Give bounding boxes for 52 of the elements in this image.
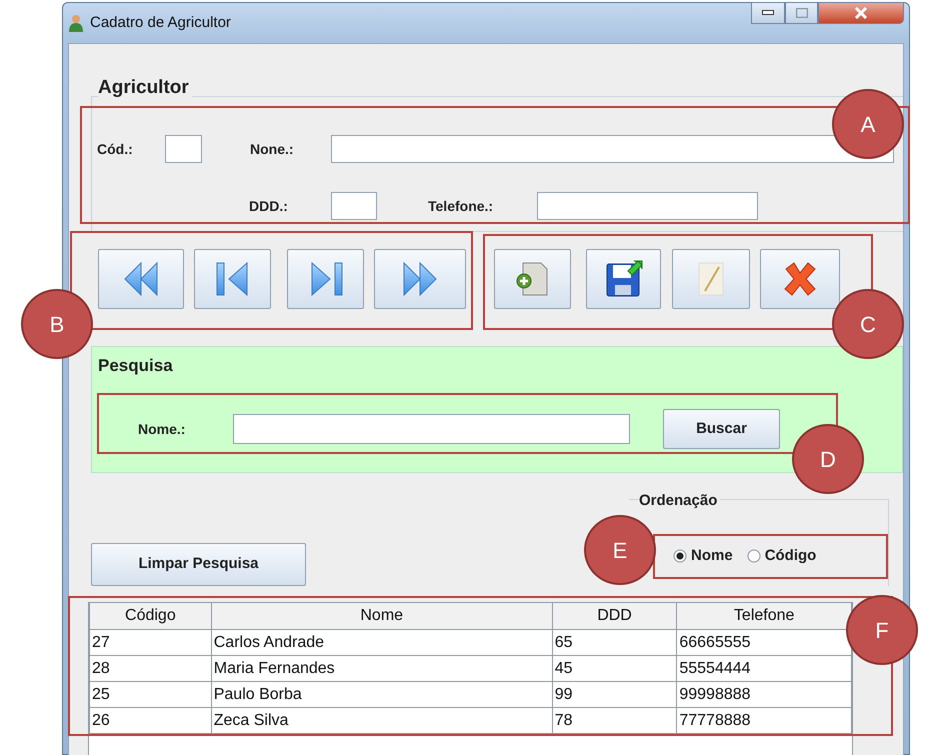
delete-button[interactable]	[760, 249, 840, 309]
table-cell: 26	[90, 708, 212, 734]
clear-search-button[interactable]: Limpar Pesquisa	[91, 543, 306, 586]
table-cell: 99998888	[676, 682, 852, 708]
table-cell: 28	[90, 656, 212, 682]
text-field[interactable]	[537, 192, 758, 220]
close-button[interactable]	[818, 2, 904, 24]
column-header[interactable]: Telefone	[676, 602, 852, 630]
save-icon	[604, 259, 644, 299]
table-cell: Maria Fernandes	[211, 656, 552, 682]
table-cell: Paulo Borba	[211, 682, 552, 708]
table-cell: 27	[90, 630, 212, 656]
group-title: Agricultor	[98, 78, 192, 99]
search-field[interactable]	[233, 414, 630, 444]
minimize-icon	[762, 10, 774, 16]
previous-record-button[interactable]	[194, 249, 271, 309]
field-label: Telefone.:	[428, 196, 494, 216]
user-icon	[68, 14, 84, 32]
column-header[interactable]: Código	[90, 602, 212, 630]
table-cell: 78	[552, 708, 677, 734]
table-cell: Zeca Silva	[211, 708, 552, 734]
text-field[interactable]	[165, 135, 202, 163]
text-field[interactable]	[331, 135, 894, 163]
annotation-marker: B	[21, 289, 93, 359]
last-record-button[interactable]	[374, 249, 466, 309]
search-button[interactable]: Buscar	[663, 409, 780, 449]
edit-button[interactable]	[672, 249, 750, 309]
table-cell: 45	[552, 656, 677, 682]
table-cell: 99	[552, 682, 677, 708]
radio-label: Nome	[691, 546, 733, 566]
field-label: DDD.:	[249, 196, 289, 216]
close-icon	[854, 7, 868, 19]
column-header[interactable]: Nome	[211, 602, 552, 630]
field-label: Nome.:	[138, 420, 186, 438]
field-label: Cód.:	[97, 140, 134, 158]
field-label: None.:	[250, 140, 295, 158]
table-cell: 65	[552, 630, 677, 656]
radio-label: Código	[764, 546, 816, 566]
column-header[interactable]: DDD	[552, 602, 677, 630]
minimize-button[interactable]	[751, 2, 785, 24]
maximize-icon	[796, 8, 808, 18]
table-cell: 55554444	[676, 656, 852, 682]
window-title: Cadatro de Agricultor	[90, 12, 231, 33]
first-record-button[interactable]	[98, 249, 184, 309]
table-cell: 77778888	[676, 708, 852, 734]
save-button[interactable]	[586, 249, 661, 309]
new-document-button[interactable]	[494, 249, 571, 309]
text-field[interactable]	[331, 192, 377, 220]
next-record-button[interactable]	[287, 249, 364, 309]
table-cell: Carlos Andrade	[211, 630, 552, 656]
table-cell: 25	[90, 682, 212, 708]
group-title: Pesquisa	[98, 355, 174, 377]
